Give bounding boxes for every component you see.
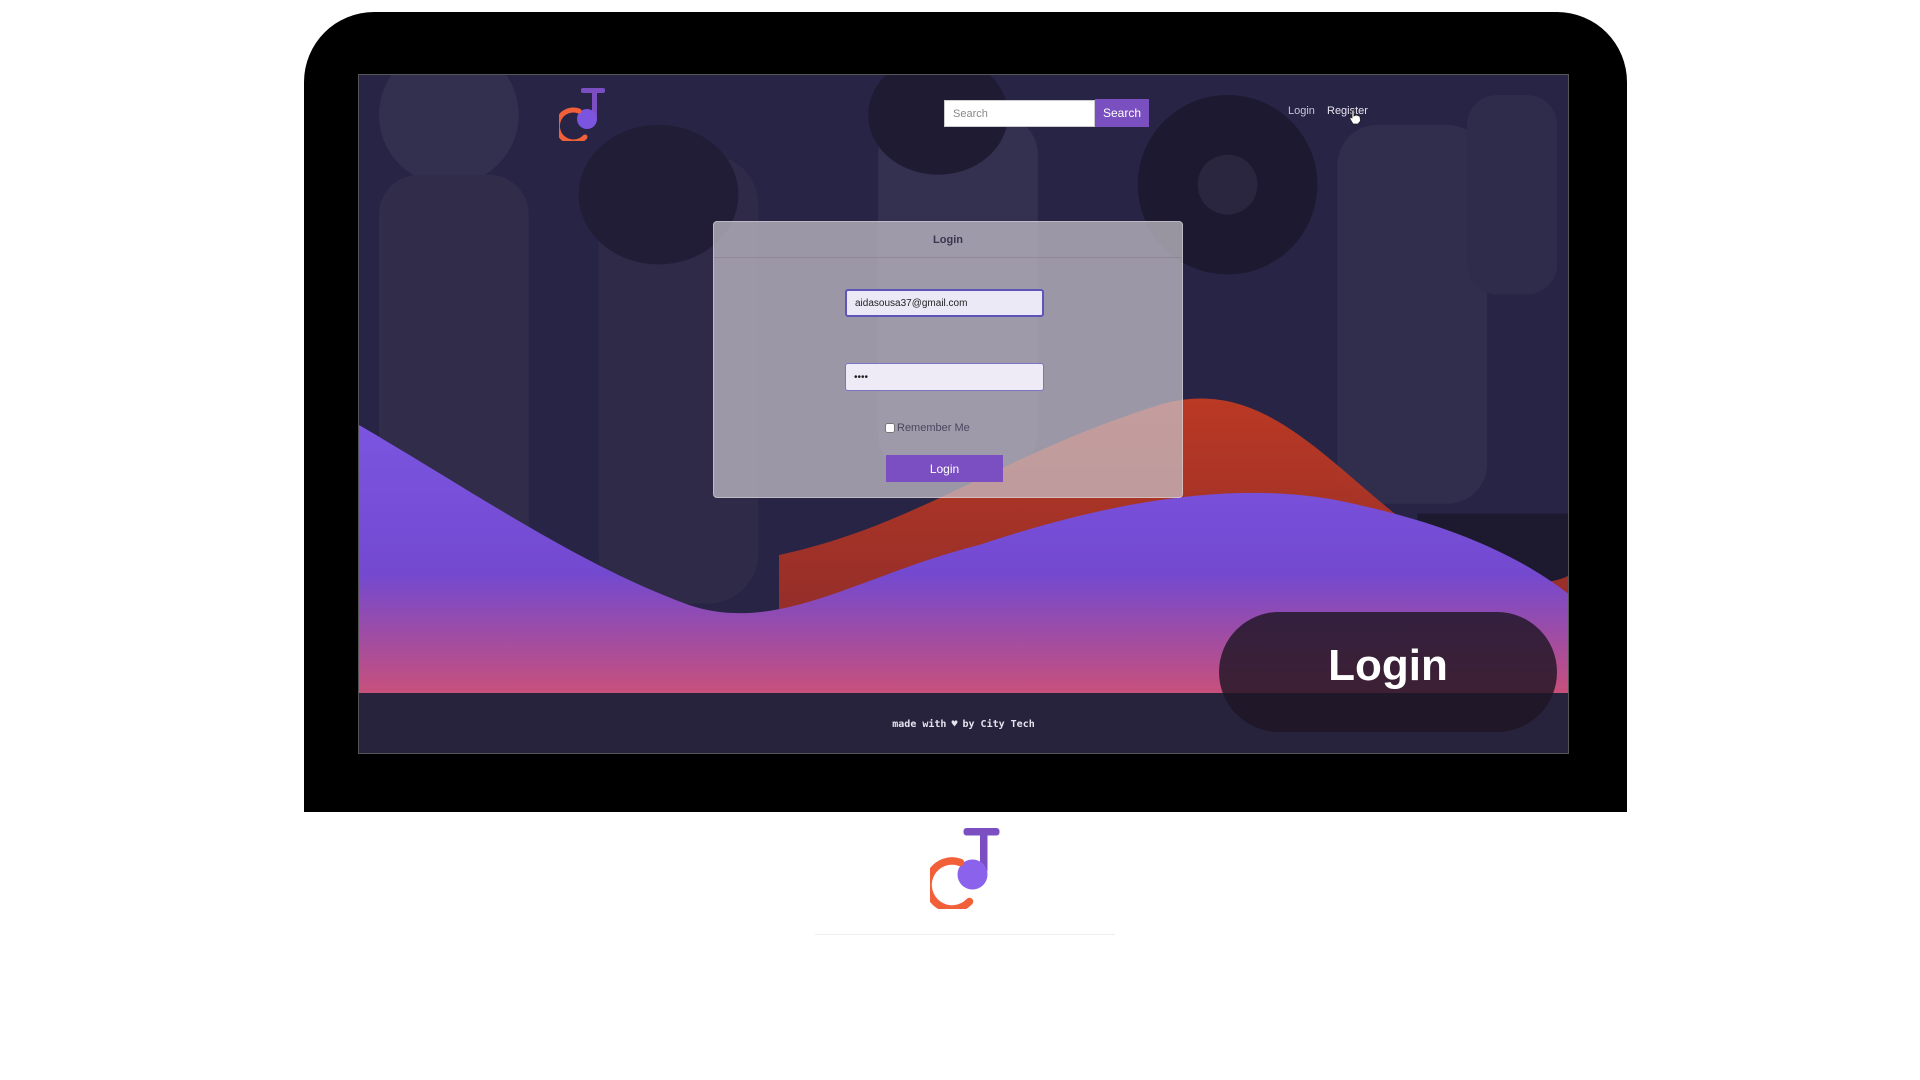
email-field[interactable] — [845, 289, 1044, 317]
site-logo-icon[interactable] — [559, 85, 609, 141]
nav-login-link[interactable]: Login — [1288, 105, 1315, 117]
search-button[interactable]: Search — [1095, 99, 1149, 127]
password-field[interactable] — [845, 363, 1044, 391]
footer-text-before: made with — [892, 718, 947, 730]
footer-text-after: by City Tech — [962, 718, 1035, 730]
login-panel: Login Remember Me Login — [713, 221, 1183, 498]
login-caption-text: Login — [1328, 641, 1448, 690]
brand-logo-icon — [930, 828, 1000, 909]
remember-me-row[interactable]: Remember Me — [885, 422, 970, 434]
remember-me-label: Remember Me — [897, 422, 970, 434]
login-caption-badge: Login — [1219, 612, 1557, 732]
remember-me-checkbox[interactable] — [885, 423, 895, 433]
top-navbar: Search Login Register — [359, 75, 1568, 155]
heart-icon: ♥ — [951, 718, 958, 730]
login-submit-button[interactable]: Login — [886, 455, 1003, 482]
search-input[interactable] — [944, 100, 1095, 127]
login-panel-title: Login — [714, 222, 1182, 258]
stand-divider — [815, 934, 1115, 935]
hand-cursor-icon — [1349, 109, 1361, 125]
